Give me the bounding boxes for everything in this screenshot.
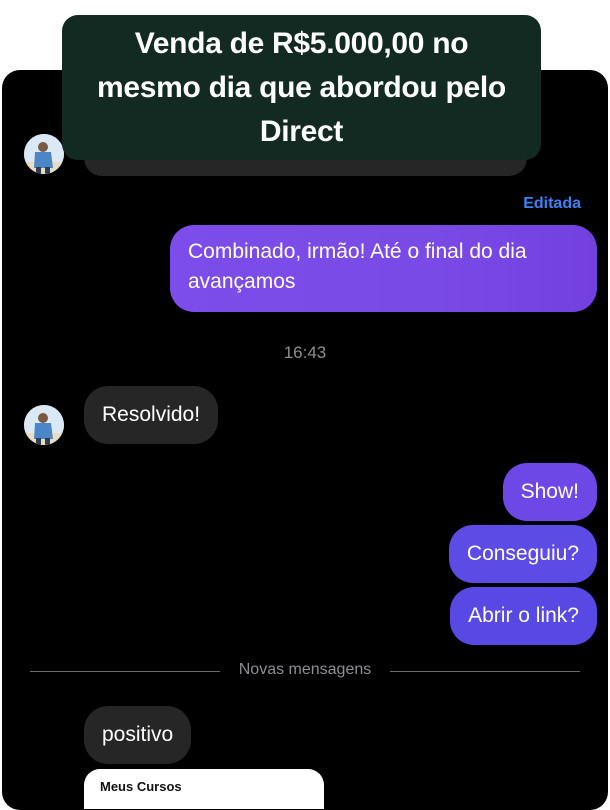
message-text: Resolvido! [102,403,201,426]
message-text: positivo [102,723,174,746]
avatar[interactable] [24,134,64,174]
edited-label: Editada [523,195,581,212]
new-messages-divider: Novas mensagens [238,661,372,678]
message-text: Conseguiu? [466,542,579,565]
link-card-title: Meus Cursos [100,779,182,794]
outgoing-message[interactable]: Combinado, irmão! Até o final do dia ava… [170,225,597,312]
incoming-message[interactable]: positivo [84,706,192,764]
message-text: Abrir o link? [468,604,579,627]
outgoing-message[interactable]: Show! [502,463,597,521]
message-text: Combinado, irmão! Até o final do dia ava… [188,240,527,293]
chat-screen [2,70,608,810]
link-preview-card[interactable]: Meus Cursos [84,769,324,809]
outgoing-message[interactable]: Abrir o link? [450,587,597,645]
headline-text: Venda de R$5.000,00 no mesmo dia que abo… [97,26,506,148]
timestamp: 16:43 [283,343,327,362]
headline-banner: Venda de R$5.000,00 no mesmo dia que abo… [62,15,541,160]
incoming-message[interactable]: Resolvido! [84,386,219,444]
message-text: Show! [520,480,579,503]
avatar[interactable] [24,405,64,445]
outgoing-message[interactable]: Conseguiu? [448,525,597,583]
